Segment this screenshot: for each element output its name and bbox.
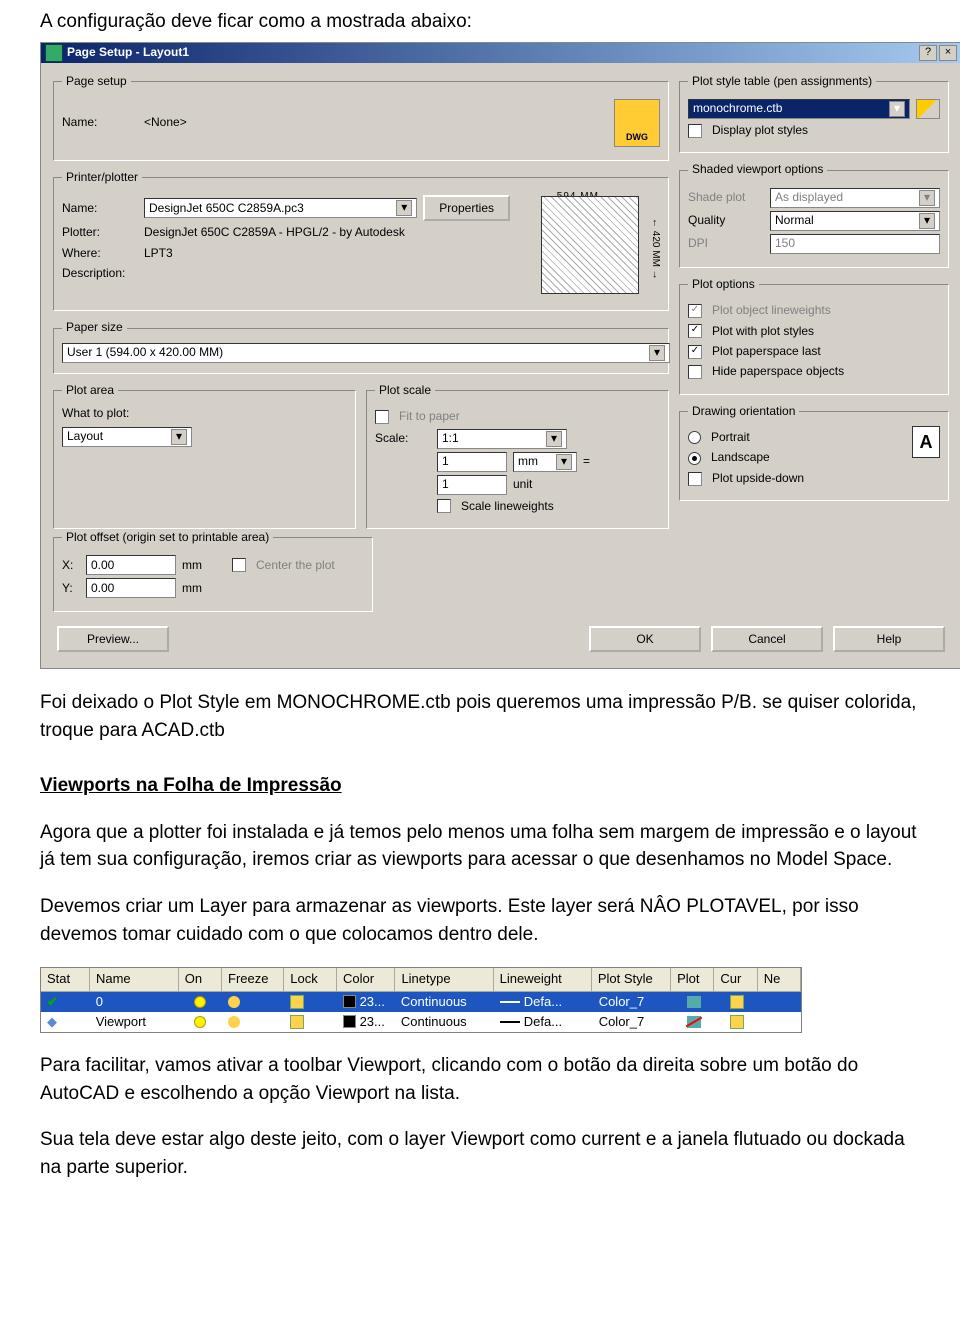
- scale-select[interactable]: 1:1▾: [437, 429, 567, 449]
- close-button[interactable]: ×: [939, 45, 957, 61]
- paper-size-group: Paper size User 1 (594.00 x 420.00 MM)▾: [53, 319, 669, 373]
- layer-row[interactable]: ✔ 0 23... Continuous Defa... Color_7: [41, 992, 801, 1012]
- body-text: Sua tela deve estar algo deste jeito, co…: [40, 1126, 920, 1181]
- center-plot-checkbox: [232, 558, 246, 572]
- chevron-down-icon: ▾: [546, 431, 562, 447]
- ok-button[interactable]: OK: [589, 626, 701, 652]
- edit-plot-style-button[interactable]: [916, 99, 940, 119]
- opt-paperspace-last-checkbox[interactable]: ✓: [688, 345, 702, 359]
- what-to-plot-select[interactable]: Layout▾: [62, 427, 192, 447]
- body-text: Foi deixado o Plot Style em MONOCHROME.c…: [40, 689, 920, 744]
- current-vp-icon: [730, 995, 744, 1009]
- page-setup-name: <None>: [144, 114, 608, 131]
- color-swatch: [343, 1015, 356, 1028]
- chevron-down-icon: ▾: [889, 101, 905, 117]
- dwg-icon: DWG: [614, 99, 660, 147]
- section-heading: Viewports na Folha de Impressão: [40, 772, 920, 800]
- layer-status-icon: ◆: [47, 1013, 57, 1032]
- no-plot-icon: [687, 1016, 701, 1028]
- cancel-button[interactable]: Cancel: [711, 626, 823, 652]
- bulb-icon: [194, 996, 206, 1008]
- scale-unit-select[interactable]: mm▾: [513, 452, 577, 472]
- scale-lineweights-checkbox[interactable]: [437, 499, 451, 513]
- chevron-down-icon: ▾: [396, 200, 412, 216]
- orientation-group: Drawing orientation Portrait Landscape P…: [679, 403, 949, 502]
- upside-down-checkbox[interactable]: [688, 472, 702, 486]
- help-button[interactable]: Help: [833, 626, 945, 652]
- paper-size-select[interactable]: User 1 (594.00 x 420.00 MM)▾: [62, 343, 670, 363]
- bulb-icon: [194, 1016, 206, 1028]
- lock-icon: [290, 1015, 304, 1029]
- chevron-down-icon: ▾: [556, 454, 572, 470]
- lock-icon: [290, 995, 304, 1009]
- current-layer-icon: ✔: [47, 993, 58, 1012]
- body-text: Agora que a plotter foi instalada e já t…: [40, 819, 920, 874]
- titlebar: Page Setup - Layout1 ? ×: [41, 43, 960, 63]
- scale-den-input[interactable]: 1: [437, 475, 507, 495]
- page-setup-dialog: Page Setup - Layout1 ? × Page setup Name…: [40, 42, 960, 670]
- layer-table: Stat Name On Freeze Lock Color Linetype …: [40, 967, 802, 1033]
- display-plot-styles-checkbox[interactable]: [688, 124, 702, 138]
- offset-x-input[interactable]: 0.00: [86, 555, 176, 575]
- chevron-down-icon: ▾: [919, 190, 935, 206]
- scale-num-input[interactable]: 1: [437, 452, 507, 472]
- paper-preview: ← 594 MM → ← 420 MM →: [520, 192, 660, 300]
- color-swatch: [343, 995, 356, 1008]
- sun-icon: [228, 996, 240, 1008]
- portrait-radio[interactable]: [688, 431, 701, 444]
- printer-name-select[interactable]: DesignJet 650C C2859A.pc3▾: [144, 198, 417, 218]
- app-icon: [45, 44, 63, 62]
- plot-area-group: Plot area What to plot: Layout▾: [53, 382, 356, 529]
- offset-y-input[interactable]: 0.00: [86, 578, 176, 598]
- shaded-viewport-group: Shaded viewport options Shade plot As di…: [679, 161, 949, 267]
- opt-hide-paperspace-checkbox[interactable]: [688, 365, 702, 379]
- plot-style-table-group: Plot style table (pen assignments) monoc…: [679, 73, 949, 154]
- chevron-down-icon: ▾: [919, 213, 935, 229]
- plot-options-group: Plot options ✓Plot object lineweights ✓P…: [679, 276, 949, 395]
- page-setup-group: Page setup Name: <None> DWG: [53, 73, 669, 161]
- printer-icon: [687, 996, 701, 1008]
- intro-text: A configuração deve ficar como a mostrad…: [40, 8, 920, 36]
- window-title: Page Setup - Layout1: [67, 44, 917, 61]
- body-text: Devemos criar um Layer para armazenar as…: [40, 893, 920, 948]
- layer-row[interactable]: ◆ Viewport 23... Continuous Defa... Colo…: [41, 1012, 801, 1032]
- plot-offset-group: Plot offset (origin set to printable are…: [53, 529, 373, 612]
- quality-select[interactable]: Normal▾: [770, 211, 940, 231]
- sun-icon: [228, 1016, 240, 1028]
- preview-button[interactable]: Preview...: [57, 626, 169, 652]
- properties-button[interactable]: Properties: [423, 195, 510, 221]
- current-vp-icon: [730, 1015, 744, 1029]
- help-button-titlebar[interactable]: ?: [919, 45, 937, 61]
- orientation-icon: A: [912, 426, 940, 458]
- landscape-radio[interactable]: [688, 452, 701, 465]
- body-text: Para facilitar, vamos ativar a toolbar V…: [40, 1052, 920, 1107]
- dpi-input: 150: [770, 234, 940, 254]
- printer-group: Printer/plotter Name: DesignJet 650C C28…: [53, 169, 669, 311]
- opt-plotstyles-checkbox[interactable]: ✓: [688, 324, 702, 338]
- chevron-down-icon: ▾: [171, 429, 187, 445]
- fit-to-paper-checkbox: [375, 410, 389, 424]
- opt-lineweights-checkbox: ✓: [688, 304, 702, 318]
- chevron-down-icon: ▾: [649, 345, 665, 361]
- plot-scale-group: Plot scale Fit to paper Scale: 1:1▾ 1 mm…: [366, 382, 669, 529]
- layer-table-header: Stat Name On Freeze Lock Color Linetype …: [41, 968, 801, 992]
- plot-style-select[interactable]: monochrome.ctb▾: [688, 99, 910, 119]
- shade-plot-select: As displayed▾: [770, 188, 940, 208]
